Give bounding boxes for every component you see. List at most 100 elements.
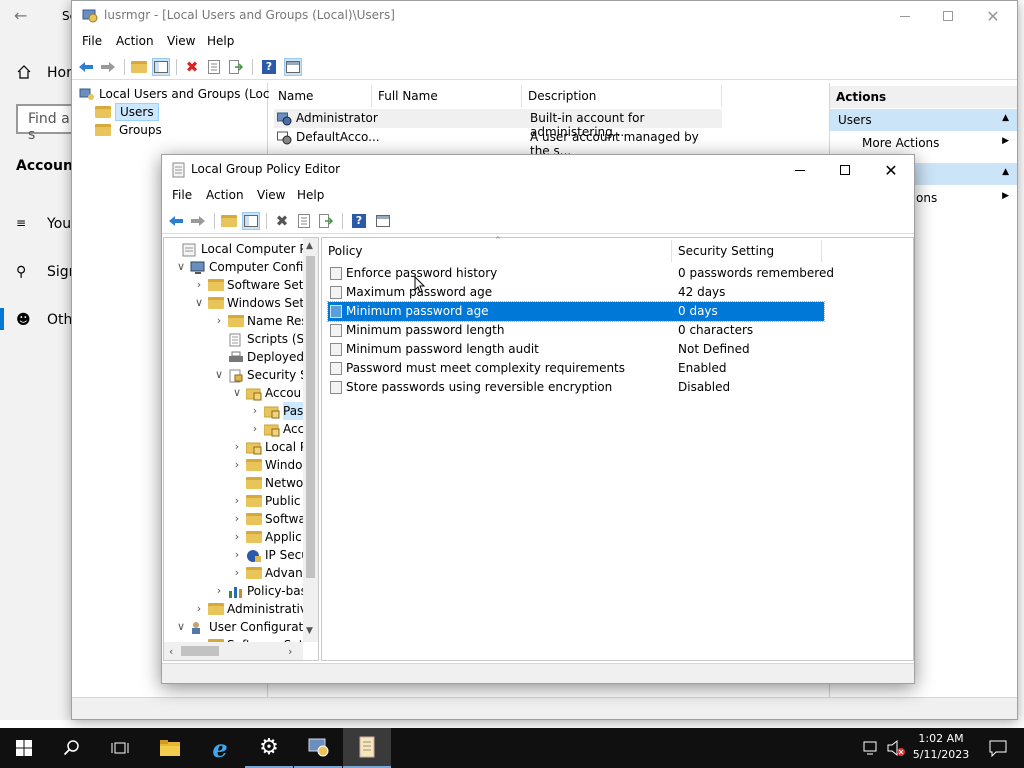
scroll-down-arrow-icon[interactable]: ▼ (306, 626, 313, 636)
menu-view[interactable]: View (257, 188, 285, 202)
column-header-policy[interactable]: Policy (322, 240, 672, 262)
delete-button[interactable]: ✖ (273, 212, 291, 230)
policy-row[interactable]: Enforce password history 0 passwords reme… (328, 264, 834, 283)
tree-vertical-scrollbar[interactable]: ▲ ▼ (303, 238, 318, 642)
minimize-button[interactable] (777, 155, 823, 185)
search-button[interactable] (48, 728, 96, 768)
user-row[interactable]: DefaultAcco... A user account managed by… (274, 128, 722, 158)
network-icon[interactable] (862, 740, 880, 756)
export-button[interactable] (317, 212, 335, 230)
scroll-right-arrow-icon[interactable]: › (288, 645, 292, 658)
help-button[interactable]: ? (260, 58, 278, 76)
find-setting-input[interactable]: Find a s (16, 104, 76, 143)
chevron-down-icon[interactable]: ∨ (176, 258, 186, 276)
home-icon[interactable] (16, 64, 32, 80)
tree-item[interactable]: › Windo (164, 456, 304, 474)
volume-muted-icon[interactable] (886, 739, 906, 757)
lusrmgr-titlebar[interactable]: lusrmgr - [Local Users and Groups (Local… (72, 1, 1017, 31)
chevron-right-icon[interactable]: › (232, 438, 242, 456)
clock[interactable]: 1:02 AM 5/11/2023 (912, 731, 970, 763)
menu-action[interactable]: Action (116, 34, 154, 48)
tree-item[interactable]: › Acc (164, 420, 304, 438)
nav-other-users[interactable]: Oth (47, 312, 72, 328)
tree-item[interactable]: ∨ Accou (164, 384, 304, 402)
forward-button[interactable] (99, 58, 117, 76)
minimize-button[interactable] (882, 1, 928, 31)
edge-button[interactable]: e (196, 728, 244, 768)
forward-button[interactable] (189, 212, 207, 230)
tree-item[interactable]: › Local P (164, 438, 304, 456)
menu-file[interactable]: File (172, 188, 192, 202)
user-row[interactable]: Administrator Built-in account for admin… (274, 109, 722, 139)
task-view-button[interactable] (96, 728, 144, 768)
menu-help[interactable]: Help (297, 188, 324, 202)
tree-item[interactable]: › Public (164, 492, 304, 510)
help-button[interactable]: ? (350, 212, 368, 230)
tree-item[interactable]: ∨ Security Se (164, 366, 304, 384)
chevron-right-icon[interactable]: › (232, 564, 242, 582)
close-button[interactable]: ✕ (868, 155, 914, 185)
maximize-button[interactable] (925, 1, 971, 31)
policy-row[interactable]: Minimum password length audit Not Defined (328, 340, 824, 359)
chevron-right-icon[interactable]: › (214, 582, 224, 600)
more-actions-item[interactable]: More Actions ▶ (830, 133, 1017, 153)
back-button[interactable] (77, 58, 95, 76)
actions-section-users[interactable]: Users ▲ (830, 109, 1017, 131)
chevron-right-icon[interactable]: › (194, 276, 204, 294)
column-header-full-name[interactable]: Full Name (372, 85, 522, 107)
tree-item[interactable]: › Softwa (164, 510, 304, 528)
column-header-name[interactable]: Name (272, 85, 372, 107)
chevron-right-icon[interactable]: › (232, 546, 242, 564)
tree-item-root[interactable]: Local Users and Groups (Local) (79, 85, 269, 103)
home-label[interactable]: Hor (47, 65, 72, 81)
menu-help[interactable]: Help (207, 34, 234, 48)
back-button[interactable] (167, 212, 185, 230)
chevron-right-icon[interactable]: › (232, 492, 242, 510)
tree-item[interactable]: › Applic (164, 528, 304, 546)
properties-button[interactable] (295, 212, 313, 230)
column-header-security-setting[interactable]: Security Setting (672, 240, 822, 262)
tree-item[interactable]: Scripts (Sta (164, 330, 304, 348)
nav-your-info[interactable]: You (47, 216, 71, 232)
chevron-down-icon[interactable]: ∨ (176, 618, 186, 636)
tree-item-groups[interactable]: Groups (95, 121, 265, 139)
chevron-right-icon[interactable]: › (214, 312, 224, 330)
gpedit-titlebar[interactable]: Local Group Policy Editor ✕ (162, 155, 914, 185)
chevron-right-icon[interactable]: › (250, 420, 260, 438)
tree-item[interactable]: › Administrative (164, 600, 304, 618)
tree-item[interactable]: › Advan (164, 564, 304, 582)
close-button[interactable]: ✕ (970, 1, 1016, 31)
h-scroll-thumb[interactable] (181, 646, 219, 656)
scroll-left-arrow-icon[interactable]: ‹ (169, 645, 173, 658)
notifications-button[interactable] (976, 728, 1020, 768)
policy-row[interactable]: Maximum password age 42 days (328, 283, 824, 302)
tree-item[interactable]: › IP Secu (164, 546, 304, 564)
tree-item[interactable]: Netwo (164, 474, 304, 492)
properties-button[interactable] (205, 58, 223, 76)
back-arrow-icon[interactable]: ← (14, 6, 27, 25)
tree-horizontal-scrollbar[interactable]: ‹ › (164, 642, 303, 660)
tree-item[interactable]: › Policy-bas (164, 582, 304, 600)
maximize-button[interactable] (822, 155, 868, 185)
chevron-right-icon[interactable]: › (232, 510, 242, 528)
tree-item[interactable]: Deployed (164, 348, 304, 366)
policy-row[interactable]: Minimum password length 0 characters (328, 321, 824, 340)
column-header-description[interactable]: Description (522, 85, 722, 107)
chevron-right-icon[interactable]: › (250, 402, 260, 420)
tree-item[interactable]: Local Computer Polic (164, 240, 304, 258)
policy-row[interactable]: Minimum password age 0 days (327, 301, 825, 322)
up-folder-button[interactable] (130, 58, 148, 76)
tree-item[interactable]: › Name Res (164, 312, 304, 330)
show-hide-tree-button[interactable] (152, 58, 170, 76)
start-button[interactable] (0, 728, 48, 768)
action-pane-button[interactable] (284, 58, 302, 76)
chevron-right-icon[interactable]: › (232, 456, 242, 474)
policy-row[interactable]: Store passwords using reversible encrypt… (328, 378, 824, 397)
chevron-right-icon[interactable]: › (194, 600, 204, 618)
lusrmgr-taskbar-button[interactable] (294, 728, 342, 768)
chevron-down-icon[interactable]: ∨ (194, 294, 204, 312)
tree-item[interactable]: ∨ Windows Sett (164, 294, 304, 312)
tree-item-users[interactable]: Users (95, 103, 265, 121)
policy-row[interactable]: Password must meet complexity requiremen… (328, 359, 824, 378)
tree-item[interactable]: › Pas (164, 402, 304, 420)
